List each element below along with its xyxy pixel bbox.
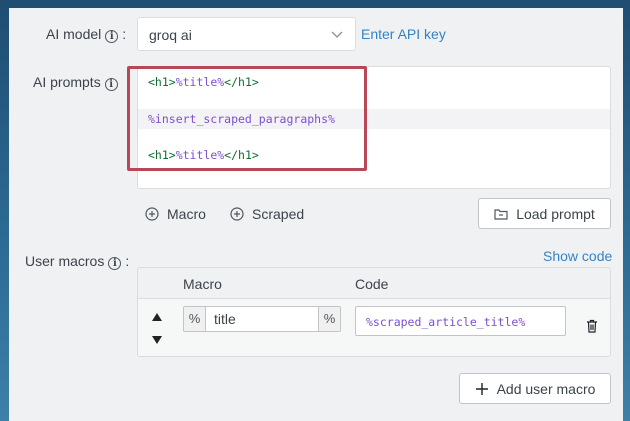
move-up-icon[interactable] [152,313,162,321]
macro-prefix: % [184,307,206,331]
user-macros-table: Macro Code % title % %scraped_article_ti… [137,267,611,357]
enter-api-key-link[interactable]: Enter API key [361,26,446,42]
insert-macro-button[interactable]: Macro [145,206,206,222]
add-user-macro-button[interactable]: Add user macro [459,373,611,404]
ai-model-select[interactable]: groq ai [137,17,356,51]
code-line: %insert_scraped_paragraphs% [148,112,335,126]
chevron-down-icon [331,31,343,38]
plus-circle-icon [145,207,159,221]
insert-scraped-button[interactable]: Scraped [230,206,304,222]
prompt-editor[interactable]: <h1>%title%</h1> %insert_scraped_paragra… [137,66,611,189]
table-row: % title % %scraped_article_title% [138,298,610,356]
plus-circle-icon [230,207,244,221]
macro-code-value: %scraped_article_title% [366,315,526,329]
info-icon[interactable]: i [105,30,119,43]
ai-model-label: AI model i: [46,26,127,43]
code-line: <h1>%title%</h1> [148,75,259,89]
user-macros-label: User macros i: [25,253,130,270]
macro-name-value: title [214,311,236,327]
folder-icon [494,208,508,220]
plus-icon [475,382,488,395]
trash-icon[interactable] [586,319,598,333]
macro-suffix: % [318,307,340,331]
code-line: <h1>%title%</h1> [148,148,259,162]
column-header-macro: Macro [183,276,222,292]
load-prompt-button[interactable]: Load prompt [478,198,611,229]
info-icon[interactable]: i [108,257,122,270]
show-code-link[interactable]: Show code [543,248,612,264]
macro-name-field[interactable]: % title % [183,306,341,332]
ai-prompts-label: AI prompts i [33,74,118,91]
info-icon[interactable]: i [104,78,118,91]
column-header-code: Code [355,276,389,292]
macro-code-field[interactable]: %scraped_article_title% [355,306,566,336]
table-header: Macro Code [138,268,610,298]
move-down-icon[interactable] [152,336,162,344]
